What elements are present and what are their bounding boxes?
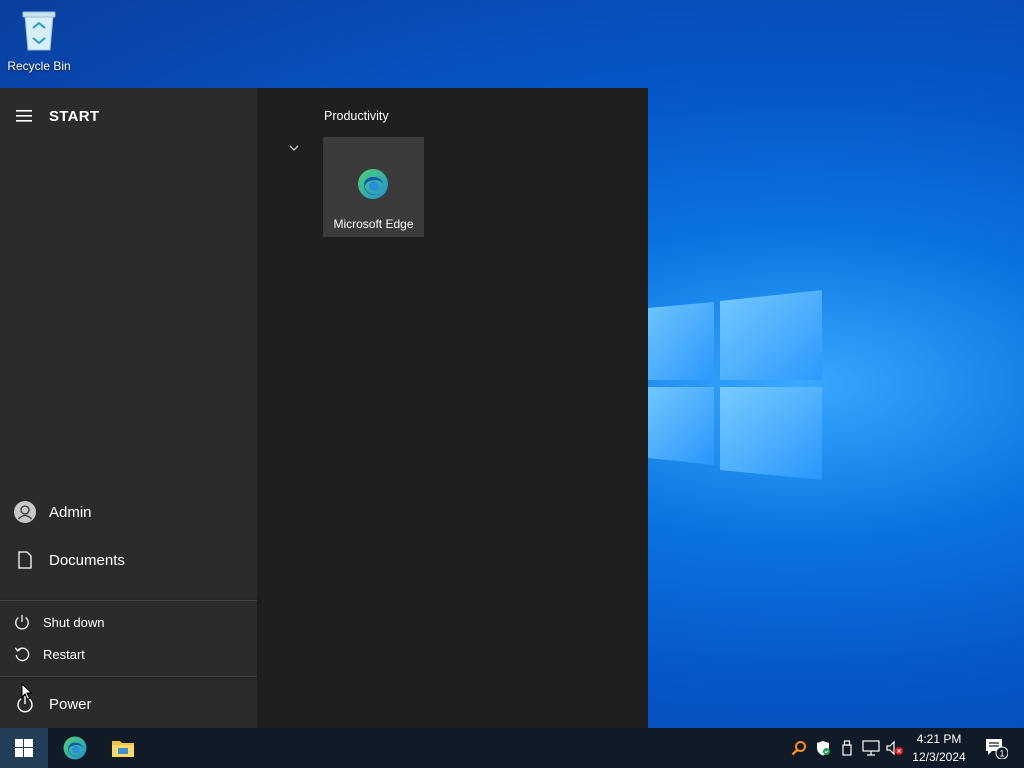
volume-muted-icon (886, 740, 903, 756)
desktop-icon-recycle-bin[interactable]: Recycle Bin (6, 6, 72, 73)
tray-usb[interactable] (836, 728, 858, 768)
tray-volume[interactable] (884, 728, 906, 768)
clock-time: 4:21 PM (916, 732, 962, 746)
windows-logo-icon (15, 739, 33, 757)
search-highlight-icon (791, 741, 806, 756)
desktop-icon-label: Recycle Bin (7, 59, 71, 73)
start-button[interactable] (0, 728, 48, 768)
edge-icon (358, 169, 388, 199)
edge-icon (63, 736, 87, 760)
network-icon (862, 740, 880, 756)
taskbar: 4:21 PM 12/3/2024 1 (0, 728, 1024, 768)
rail-item-documents[interactable]: Documents (0, 540, 257, 580)
hamburger-menu-icon[interactable] (16, 106, 34, 126)
tile-group-label: Productivity (324, 109, 389, 123)
wallpaper-windows-logo (648, 290, 822, 480)
clock[interactable]: 4:21 PM 12/3/2024 (904, 730, 974, 766)
tray-network[interactable] (860, 728, 882, 768)
user-avatar-icon (0, 501, 49, 523)
menu-item-label: Restart (43, 646, 85, 662)
document-icon (0, 551, 49, 569)
recycle-bin-icon (22, 11, 56, 51)
power-options-menu: Shut down Restart (0, 600, 257, 677)
tray-search-highlight[interactable] (788, 728, 810, 768)
rail-item-power[interactable]: Power (0, 684, 257, 724)
taskbar-file-explorer-button[interactable] (99, 728, 147, 768)
restart-icon (0, 646, 43, 662)
rail-item-label: Documents (49, 551, 125, 569)
rail-item-user[interactable]: Admin (0, 492, 257, 532)
tile-microsoft-edge[interactable]: Microsoft Edge (323, 137, 424, 237)
taskbar-edge-button[interactable] (51, 728, 99, 768)
usb-icon (842, 740, 852, 756)
rail-item-label: Power (49, 695, 92, 713)
start-menu: START Admin Documents Power Shut down Re… (0, 88, 648, 728)
rail-item-label: Admin (49, 503, 92, 521)
clock-date: 12/3/2024 (912, 750, 966, 764)
shutdown-icon (0, 614, 43, 630)
menu-item-label: Shut down (43, 614, 105, 630)
tray-security[interactable] (812, 728, 834, 768)
tile-label: Microsoft Edge (333, 217, 414, 231)
menu-item-shut-down[interactable]: Shut down (0, 607, 257, 637)
notifications-icon: 1 (986, 739, 1008, 759)
security-icon (817, 741, 830, 756)
start-title: START (49, 108, 100, 125)
mouse-cursor-icon (21, 683, 33, 701)
file-explorer-icon (112, 741, 134, 757)
chevron-down-icon[interactable] (286, 140, 302, 156)
notification-count: 1 (999, 749, 1004, 759)
menu-item-restart[interactable]: Restart (0, 639, 257, 669)
action-center-button[interactable]: 1 (978, 728, 1014, 768)
